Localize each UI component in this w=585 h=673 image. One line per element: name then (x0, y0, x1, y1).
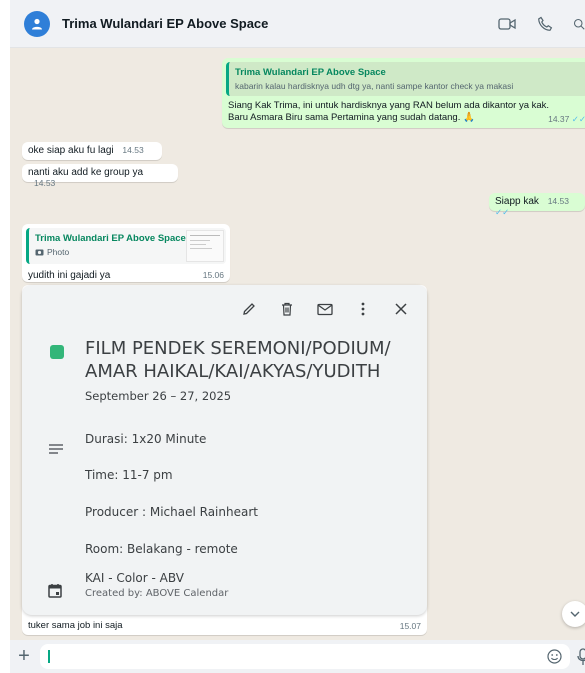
message-text: yudith ini gajadi ya (28, 270, 111, 281)
message-input[interactable] (40, 644, 570, 669)
message-text: oke siap aku fu lagi (28, 145, 114, 156)
message-time: 14.53 (547, 196, 569, 206)
close-icon[interactable] (389, 297, 413, 321)
description-line: Room: Belakang - remote (85, 542, 238, 556)
text-caret (48, 650, 50, 663)
microphone-icon[interactable] (576, 648, 585, 671)
left-margin (0, 0, 10, 673)
message-bubble-incoming[interactable]: Trima Wulandari EP Above Space Photo yud… (22, 224, 230, 282)
emoji-icon[interactable] (547, 649, 562, 669)
event-date: September 26 – 27, 2025 (85, 389, 232, 403)
calendar-creator: Created by: ABOVE Calendar (85, 588, 229, 599)
quoted-photo[interactable]: Trima Wulandari EP Above Space Photo (26, 228, 226, 264)
scroll-to-bottom-button[interactable] (562, 601, 585, 627)
calendar-event-card[interactable]: FILM PENDEK SEREMONI/PODIUM/ AMAR HAIKAL… (22, 285, 427, 615)
message-time: 15.06 (202, 270, 224, 280)
read-receipt-icon: ✓✓ (571, 114, 585, 124)
chevron-down-icon (570, 611, 580, 617)
message-bubble-outgoing[interactable]: Trima Wulandari EP Above Space kabarin k… (222, 58, 585, 128)
email-icon[interactable] (313, 297, 337, 321)
message-bubble-incoming[interactable]: nanti aku add ke group ya 14.53 (22, 164, 178, 188)
message-text: tuker sama job ini saja (28, 620, 123, 631)
read-receipt-icon: ✓✓ (495, 207, 510, 217)
search-icon[interactable] (573, 14, 585, 34)
description-line: Durasi: 1x20 Minute (85, 432, 207, 446)
chat-header[interactable]: Trima Wulandari EP Above Space (10, 0, 585, 48)
message-time: 14.37 (548, 114, 570, 124)
message-time: 15.07 (399, 621, 421, 631)
quote-text: Photo (47, 247, 70, 257)
description-line: Time: 11-7 pm (85, 468, 173, 482)
camera-icon (35, 249, 44, 256)
photo-thumbnail[interactable] (186, 230, 224, 262)
message-bubble-incoming[interactable]: oke siap aku fu lagi 14.53 (22, 142, 162, 160)
calendar-icon (48, 583, 62, 602)
message-time: 14.53 (122, 145, 144, 155)
quote-text: kabarin kalau hardisknya udh dtg ya, nan… (235, 81, 514, 91)
message-text: Siapp kak (495, 196, 539, 207)
phone-call-icon[interactable] (535, 14, 555, 34)
avatar[interactable] (24, 10, 50, 37)
description-line: Producer : Michael Rainheart (85, 505, 258, 519)
message-text: Siang Kak Trima, ini untuk hardisknya ya… (228, 100, 550, 123)
contact-name[interactable]: Trima Wulandari EP Above Space (62, 16, 268, 31)
chat-window: Trima Wulandari EP Above Space Trima Wul… (10, 0, 585, 673)
event-title: FILM PENDEK SEREMONI/PODIUM/ AMAR HAIKAL… (85, 338, 391, 382)
message-time: 14.53 (34, 178, 56, 188)
attach-plus-icon[interactable]: + (14, 645, 34, 668)
edit-icon[interactable] (237, 297, 261, 321)
description-icon (48, 441, 64, 460)
message-composer: + (10, 640, 585, 673)
event-color-chip (50, 345, 64, 359)
message-text: nanti aku add ke group ya (28, 167, 144, 178)
quote-sender: Trima Wulandari EP Above Space (235, 67, 386, 78)
message-bubble-outgoing[interactable]: Siapp kak 14.53 ✓✓ (489, 193, 585, 217)
person-icon (32, 18, 42, 29)
delete-icon[interactable] (275, 297, 299, 321)
calendar-name: KAI - Color - ABV (85, 571, 184, 585)
more-options-icon[interactable] (351, 297, 375, 321)
quoted-message[interactable]: Trima Wulandari EP Above Space kabarin k… (226, 62, 585, 96)
video-call-icon[interactable] (497, 14, 517, 34)
